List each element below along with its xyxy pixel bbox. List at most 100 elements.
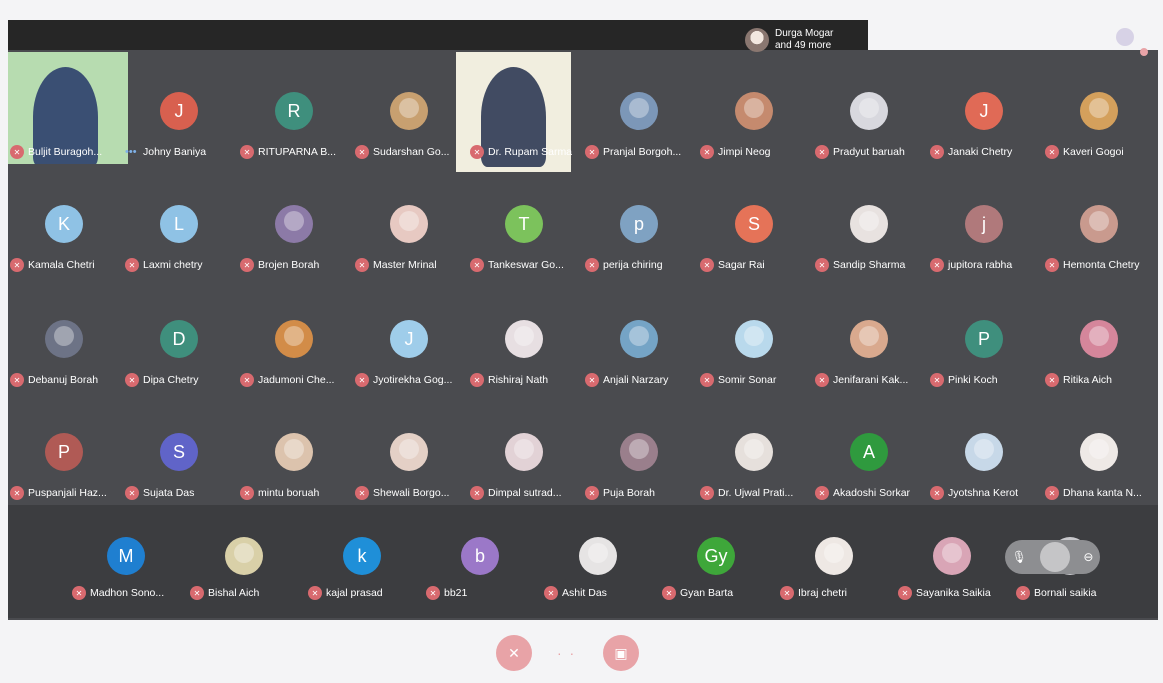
participant-tile[interactable]: K ✕ Kamala Chetri: [8, 165, 124, 277]
participant-name-text: Anjali Narzary: [603, 374, 669, 386]
participant-tile[interactable]: ✕ Dr. Ujwal Prati...: [698, 393, 814, 505]
others-count: and 49 more: [775, 40, 832, 51]
participant-name-text: Johny Baniya: [143, 146, 207, 158]
filmstrip-tile[interactable]: k ✕ kajal prasad: [306, 497, 422, 609]
participant-tile[interactable]: ✕ Rishiraj Nath: [468, 280, 584, 392]
filmstrip-tile[interactable]: Gy ✕ Gyan Barta: [660, 497, 776, 609]
participant-name: ✕ Dipa Chetry: [125, 372, 239, 388]
filmstrip-tile[interactable]: ✕ Bishal Aich: [188, 497, 304, 609]
others-indicator[interactable]: Durga Mogar and 49 more: [745, 22, 867, 58]
participant-name-text: jupitora rabha: [948, 259, 1013, 271]
participant-tile[interactable]: ✕ Debanuj Borah: [8, 280, 124, 392]
participant-tile[interactable]: ✕ Brojen Borah: [238, 165, 354, 277]
mic-muted-icon: ✕: [585, 373, 599, 387]
more-options[interactable]: · ·: [557, 645, 576, 661]
participant-tile[interactable]: ✕ Jenifarani Kak...: [813, 280, 929, 392]
participant-tile[interactable]: ✕ Somir Sonar: [698, 280, 814, 392]
participant-tile[interactable]: D ✕ Dipa Chetry: [123, 280, 239, 392]
avatar: p: [620, 205, 658, 243]
participant-tile[interactable]: ✕ Jadumoni Che...: [238, 280, 354, 392]
participant-name: ••• Johny Baniya: [125, 144, 239, 160]
participant-name: ✕ Debanuj Borah: [10, 372, 124, 388]
participant-tile[interactable]: ✕ Anjali Narzary: [583, 280, 699, 392]
mic-muted-icon: ✕: [240, 145, 254, 159]
participant-tile[interactable]: ✕ Dr. Rupam Sarma: [456, 52, 584, 172]
avatar: S: [735, 205, 773, 243]
participant-tile[interactable]: P ✕ Puspanjali Haz...: [8, 393, 124, 505]
participant-tile[interactable]: J ✕ Janaki Chetry: [928, 52, 1044, 164]
participant-tile[interactable]: ✕ Buljit Buragoh...: [8, 52, 128, 164]
participant-name: ✕ Jimpi Neog: [700, 144, 814, 160]
participant-name: ✕ Ashit Das: [544, 585, 658, 601]
filmstrip-tile[interactable]: ✕ Ashit Das: [542, 497, 658, 609]
self-view-pip[interactable]: 🎙 ⊖: [1005, 540, 1100, 574]
mic-muted-icon: ✕: [700, 145, 714, 159]
participant-name: ✕ Bishal Aich: [190, 585, 304, 601]
participant-tile[interactable]: ✕ Dimpal sutrad...: [468, 393, 584, 505]
participant-tile[interactable]: R ✕ RITUPARNA B...: [238, 52, 354, 164]
mic-muted-icon: ✕: [10, 486, 24, 500]
participant-tile[interactable]: L ✕ Laxmi chetry: [123, 165, 239, 277]
mic-muted-icon: ✕: [10, 145, 24, 159]
mic-muted-icon: ✕: [815, 258, 829, 272]
participant-tile[interactable]: T ✕ Tankeswar Go...: [468, 165, 584, 277]
participant-tile[interactable]: J ✕ Jyotirekha Gog...: [353, 280, 469, 392]
avatar: M: [107, 537, 145, 575]
mic-off-button[interactable]: ✕: [496, 635, 532, 671]
mic-icon[interactable]: 🎙: [1012, 550, 1027, 564]
avatar: [815, 537, 853, 575]
participant-name: ✕ Anjali Narzary: [585, 372, 699, 388]
avatar: [390, 205, 428, 243]
mic-muted-icon: ✕: [544, 586, 558, 600]
participant-name: ✕ Pradyut baruah: [815, 144, 929, 160]
participant-tile[interactable]: ✕ Sudarshan Go...: [353, 52, 469, 164]
mic-muted-icon: ✕: [700, 373, 714, 387]
filmstrip: M ✕ Madhon Sono... ✕ Bishal Aich k ✕ kajal pras…: [8, 505, 1158, 618]
participant-tile[interactable]: S ✕ Sagar Rai: [698, 165, 814, 277]
participant-name-text: Pranjal Borgoh...: [603, 146, 682, 158]
participant-tile[interactable]: J ••• Johny Baniya: [123, 52, 239, 164]
participant-name: ✕ Jadumoni Che...: [240, 372, 354, 388]
participant-tile[interactable]: ✕ Dhana kanta N...: [1043, 393, 1159, 505]
participant-name-text: Bishal Aich: [208, 587, 260, 599]
participant-tile[interactable]: ✕ Shewali Borgo...: [353, 393, 469, 505]
mic-muted-icon: ✕: [470, 258, 484, 272]
participant-name-text: Madhon Sono...: [90, 587, 165, 599]
avatar: D: [160, 320, 198, 358]
avatar: [390, 92, 428, 130]
participant-tile[interactable]: ✕ Jimpi Neog: [698, 52, 814, 164]
avatar: [1080, 92, 1118, 130]
participant-name-text: Dr. Rupam Sarma: [488, 146, 573, 158]
participant-tile[interactable]: P ✕ Pinki Koch: [928, 280, 1044, 392]
filmstrip-tile[interactable]: ✕ Sayanika Saikia: [896, 497, 1012, 609]
participant-tile[interactable]: ✕ Pranjal Borgoh...: [583, 52, 699, 164]
avatar: [850, 92, 888, 130]
participant-tile[interactable]: p ✕ perija chiring: [583, 165, 699, 277]
avatar: [735, 433, 773, 471]
filmstrip-tile[interactable]: ✕ Ibraj chetri: [778, 497, 894, 609]
participant-name: ✕ Pranjal Borgoh...: [585, 144, 699, 160]
participant-tile[interactable]: j ✕ jupitora rabha: [928, 165, 1044, 277]
participant-tile[interactable]: ✕ Ritika Aich: [1043, 280, 1159, 392]
participant-tile[interactable]: ✕ Kaveri Gogoi: [1043, 52, 1159, 164]
participant-tile[interactable]: A ✕ Akadoshi Sorkar: [813, 393, 929, 505]
participant-tile[interactable]: ✕ Master Mrinal: [353, 165, 469, 277]
participant-tile[interactable]: ✕ Jyotshna Kerot: [928, 393, 1044, 505]
participant-name: ✕ RITUPARNA B...: [240, 144, 354, 160]
participant-name: ✕ Gyan Barta: [662, 585, 776, 601]
mic-muted-icon: ✕: [308, 586, 322, 600]
avatar: S: [160, 433, 198, 471]
profile-icon[interactable]: [1116, 28, 1134, 46]
participant-tile[interactable]: ✕ Sandip Sharma: [813, 165, 929, 277]
participant-name: ✕ Master Mrinal: [355, 257, 469, 273]
participant-name: ✕ Ritika Aich: [1045, 372, 1159, 388]
participant-tile[interactable]: S ✕ Sujata Das: [123, 393, 239, 505]
participant-tile[interactable]: ✕ Pradyut baruah: [813, 52, 929, 164]
participant-tile[interactable]: ✕ mintu boruah: [238, 393, 354, 505]
participant-tile[interactable]: ✕ Hemonta Chetry: [1043, 165, 1159, 277]
minimize-icon[interactable]: ⊖: [1083, 550, 1093, 564]
camera-off-button[interactable]: ▣: [603, 635, 639, 671]
filmstrip-tile[interactable]: b ✕ bb21: [424, 497, 540, 609]
participant-tile[interactable]: ✕ Puja Borah: [583, 393, 699, 505]
filmstrip-tile[interactable]: M ✕ Madhon Sono...: [70, 497, 186, 609]
